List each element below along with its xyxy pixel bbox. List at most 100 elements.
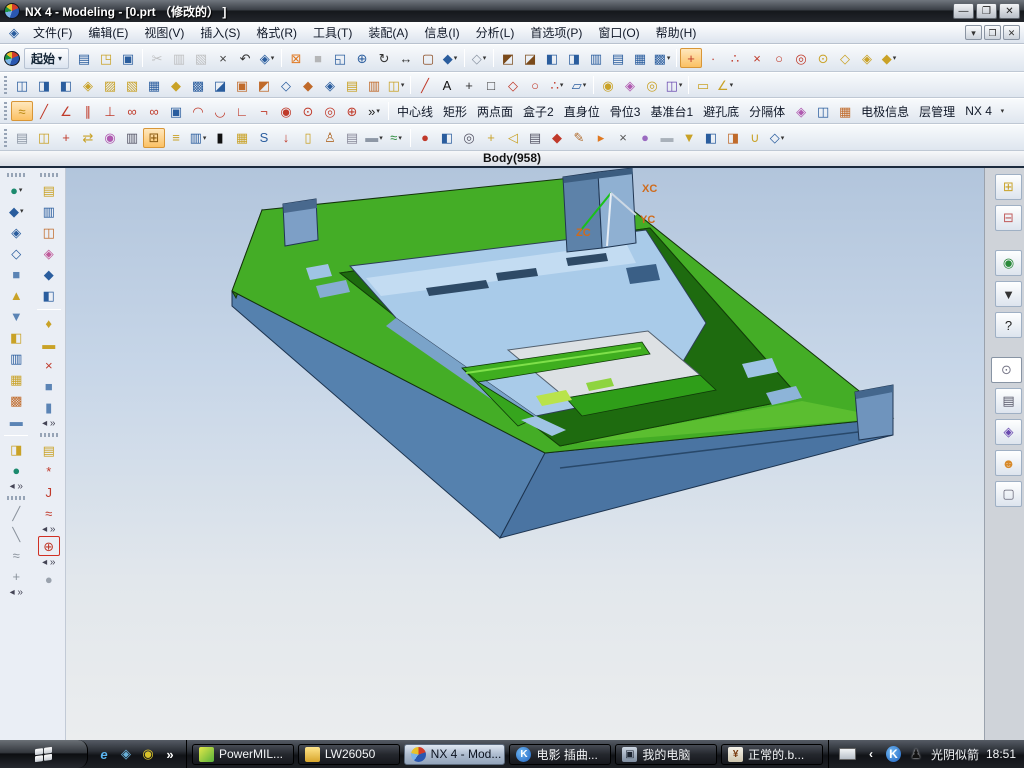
arc-gray-icon[interactable]: + xyxy=(5,566,27,586)
circle-quad-icon[interactable]: ◎ xyxy=(319,101,341,121)
web-browser-icon[interactable]: ◉ xyxy=(995,250,1022,276)
graphics-viewport[interactable]: XC YC ZC xyxy=(66,168,984,740)
menu-view[interactable]: 视图(V) xyxy=(136,22,192,43)
btn-rib3[interactable]: 骨位3 xyxy=(605,101,646,122)
btn-two-point-face[interactable]: 两点面 xyxy=(472,101,518,122)
task-folder-lw26050[interactable]: LW26050 xyxy=(298,744,400,765)
task-mycomputer[interactable]: ▣我的电脑 xyxy=(615,744,717,765)
cube-a-icon[interactable]: ◆ xyxy=(38,264,60,284)
curve-gray-icon[interactable]: ≈ xyxy=(5,545,27,565)
sketch-overflow-dropdown[interactable]: ▾ xyxy=(376,107,380,115)
visualization-icon[interactable]: ◈ xyxy=(995,419,1022,445)
sheet-pair-icon[interactable]: ◫ xyxy=(812,101,834,121)
arc2-icon[interactable]: ◡ xyxy=(209,101,231,121)
n-sided-surface-icon[interactable]: ▧ xyxy=(121,75,143,95)
toolbar-grip[interactable] xyxy=(7,173,25,177)
snap-vertex-icon[interactable]: ◆▾ xyxy=(878,48,900,68)
view-right-icon[interactable]: ▥ xyxy=(585,48,607,68)
row3-overflow[interactable]: ▾ xyxy=(997,101,1007,121)
flag-icon[interactable]: ▸ xyxy=(590,128,612,148)
ejector-grid-icon[interactable]: ▦ xyxy=(231,128,253,148)
line2-gray-icon[interactable]: ╲ xyxy=(5,524,27,544)
arc-icon[interactable]: ◠ xyxy=(187,101,209,121)
doc-yellow-icon[interactable]: ▤ xyxy=(38,440,60,460)
slab-icon[interactable]: ▬ xyxy=(5,411,27,431)
snap-endpoint-icon[interactable]: ∙ xyxy=(702,48,724,68)
task-movie[interactable]: K电影 插曲... xyxy=(509,744,611,765)
information-icon[interactable]: ▤ xyxy=(995,388,1022,414)
datum-csys-icon[interactable]: ◈ xyxy=(790,101,812,121)
dock-overflow[interactable]: ◂ » xyxy=(42,524,55,536)
pocket-icon[interactable]: ▼ xyxy=(5,306,27,326)
zoom-box-icon[interactable]: ■ xyxy=(307,48,329,68)
toolbar-grip[interactable] xyxy=(4,102,7,120)
wireframe-cube-icon[interactable]: ◇ xyxy=(5,243,27,263)
folder-icon[interactable]: ▦ xyxy=(5,369,27,389)
gray-blob-icon[interactable]: ● xyxy=(38,569,60,589)
task-powermill[interactable]: PowerMIL... xyxy=(192,744,294,765)
view-isometric-icon[interactable]: ◪ xyxy=(519,48,541,68)
law-extension-icon[interactable]: ◇ xyxy=(275,75,297,95)
save-icon[interactable]: ▣ xyxy=(117,48,139,68)
assembly-navigator-icon[interactable]: ⊞ xyxy=(995,174,1022,200)
snap-intersection-icon[interactable]: × xyxy=(746,48,768,68)
datum-plane-icon-dropdown[interactable]: ▾ xyxy=(583,81,587,89)
corner-icon[interactable]: ∟ xyxy=(231,101,253,121)
pink-gem-icon[interactable]: ◈ xyxy=(38,243,60,263)
paste-icon[interactable]: ▧ xyxy=(190,48,212,68)
dock-overflow[interactable]: ◂ » xyxy=(42,418,55,430)
zoom-in-out-icon[interactable]: ⊕ xyxy=(351,48,373,68)
freeform-cloud-icon-dropdown[interactable]: ▾ xyxy=(398,134,402,142)
compare-icon[interactable]: ◫ xyxy=(33,128,55,148)
menu-window[interactable]: 窗口(O) xyxy=(590,22,647,43)
line-tool-icon[interactable]: ╱ xyxy=(414,75,436,95)
info-window-icon-dropdown[interactable]: ▾ xyxy=(271,54,275,62)
offset-surface-icon[interactable]: ◆ xyxy=(165,75,187,95)
task-normal-b[interactable]: ¥正常的.b... xyxy=(721,744,823,765)
point-set-icon-dropdown[interactable]: ▾ xyxy=(560,81,564,89)
layer-stack-icon[interactable]: ≡ xyxy=(165,128,187,148)
extrude-icon[interactable]: ◆▾ xyxy=(5,201,27,221)
pair-orange-icon[interactable]: ◨ xyxy=(722,128,744,148)
circle-center-icon[interactable]: ⊙ xyxy=(297,101,319,121)
info-window-icon[interactable]: ◈▾ xyxy=(256,48,278,68)
help-icon[interactable]: ? xyxy=(995,312,1022,338)
point-set-icon[interactable]: ∴▾ xyxy=(546,75,568,95)
model-3d[interactable]: XC YC ZC xyxy=(66,168,984,740)
parallel-constraint-icon[interactable]: ∥ xyxy=(77,101,99,121)
start-menu-button[interactable]: 起始▾ xyxy=(24,48,69,69)
mail-drop-icon[interactable]: ▼ xyxy=(678,128,700,148)
doc-close-button[interactable]: ✕ xyxy=(1003,25,1020,40)
gate-icon[interactable]: ◆ xyxy=(546,128,568,148)
angle-dimension-icon[interactable]: ∠▾ xyxy=(714,75,736,95)
dock-overflow[interactable]: ◂ » xyxy=(10,481,23,493)
ie-icon[interactable]: e xyxy=(96,746,112,762)
snap-existing-point-icon[interactable]: ⊙ xyxy=(812,48,834,68)
doc-restore-button[interactable]: ❐ xyxy=(984,25,1001,40)
purple-ball-icon[interactable]: ● xyxy=(634,128,656,148)
toolbar-grip[interactable] xyxy=(7,496,25,500)
sew-icon[interactable]: ◪ xyxy=(209,75,231,95)
collaboration-icon[interactable]: ☻ xyxy=(995,450,1022,476)
menu-assemblies[interactable]: 装配(A) xyxy=(360,22,416,43)
cube-b-icon[interactable]: ◧ xyxy=(38,285,60,305)
cylinder-icon[interactable]: ▮ xyxy=(38,397,60,417)
quick-overflow[interactable]: » xyxy=(162,746,178,762)
fish-curve-icon[interactable]: ≈ xyxy=(38,503,60,523)
sketch-plane-icon[interactable]: ◈ xyxy=(619,75,641,95)
page-stub-icon[interactable]: ▤ xyxy=(11,128,33,148)
shaded-display-icon[interactable]: ◆▾ xyxy=(439,48,461,68)
btn-avoid-hole[interactable]: 避孔底 xyxy=(698,101,744,122)
through-curves-icon[interactable]: ◫ xyxy=(11,75,33,95)
enlarge-icon[interactable]: ◆ xyxy=(297,75,319,95)
sphere-icon[interactable]: ◉ xyxy=(99,128,121,148)
blank-doc-icon[interactable]: ▢ xyxy=(995,481,1022,507)
sketch-overflow[interactable]: »▾ xyxy=(363,101,385,121)
bridge-surface-icon[interactable]: ◈ xyxy=(319,75,341,95)
pair-blue-icon[interactable]: ◧ xyxy=(700,128,722,148)
shaded-display-icon-dropdown[interactable]: ▾ xyxy=(454,54,458,62)
view-back-icon[interactable]: ▤ xyxy=(607,48,629,68)
menu-insert[interactable]: 插入(S) xyxy=(192,22,248,43)
pad-icon[interactable]: ◧ xyxy=(5,327,27,347)
render-style-icon-dropdown[interactable]: ▾ xyxy=(483,54,487,62)
